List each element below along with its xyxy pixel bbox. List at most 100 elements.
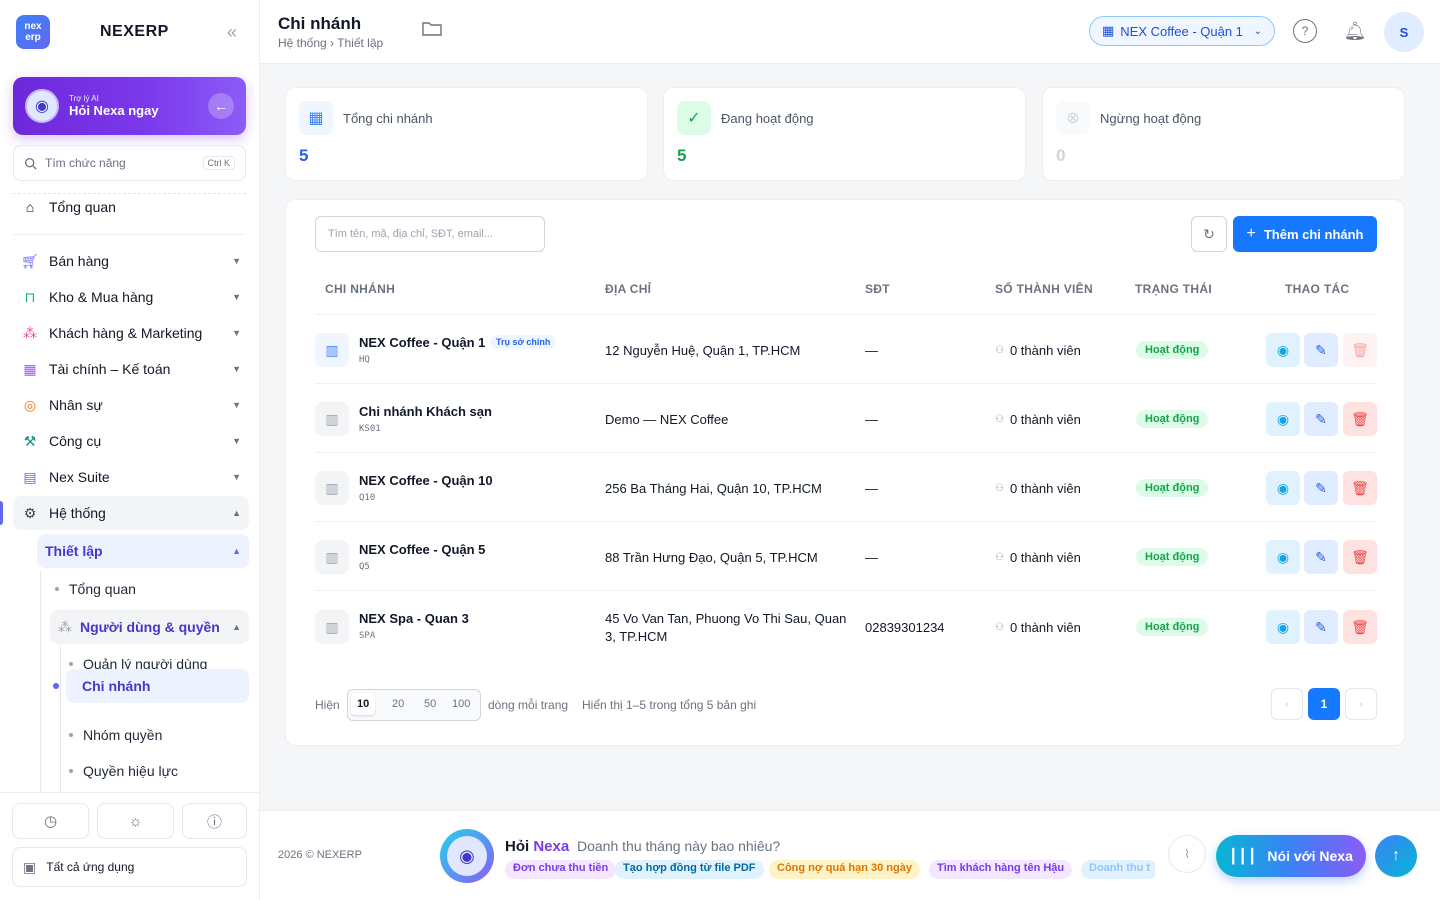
sidebar-subitem-roles[interactable]: Nhóm quyền bbox=[69, 720, 162, 750]
page-size-option[interactable]: 50 bbox=[424, 698, 436, 710]
send-button[interactable]: ↑ bbox=[1375, 835, 1417, 877]
branch-code: SPA bbox=[359, 631, 376, 641]
collapse-sidebar-icon[interactable]: « bbox=[227, 22, 237, 43]
user-avatar[interactable]: S bbox=[1384, 12, 1424, 52]
headquarters-badge: Trụ sở chính bbox=[490, 335, 557, 349]
tree-line bbox=[60, 646, 61, 796]
paperclip-icon: ⌇ bbox=[1184, 847, 1190, 861]
column-header-members[interactable]: SỐ THÀNH VIÊN bbox=[995, 282, 1093, 296]
sidebar-item-setup[interactable]: Thiết lập ▲ bbox=[37, 534, 249, 568]
sidebar-item-overview[interactable]: ⌂ Tổng quan bbox=[13, 190, 249, 224]
pencil-icon: ✎ bbox=[1315, 341, 1327, 358]
suggestion-chip[interactable]: Tìm khách hàng tên Hậu bbox=[929, 860, 1073, 879]
ai-assistant-card[interactable]: ◉ Trợ lý AI Hỏi Nexa ngay ← bbox=[13, 77, 246, 135]
eye-icon: ◉ bbox=[1276, 410, 1290, 427]
edit-button[interactable]: ✎ bbox=[1304, 610, 1338, 644]
status-badge: Hoạt động bbox=[1136, 618, 1209, 636]
eye-icon: ◉ bbox=[1276, 618, 1290, 635]
refresh-button[interactable]: ↻ bbox=[1191, 216, 1227, 252]
store-icon: ▦ bbox=[299, 101, 333, 135]
sidebar-item-finance[interactable]: ▦ Tài chính – Kế toán ▼ bbox=[13, 352, 249, 386]
ask-input[interactable]: Doanh thu tháng này bao nhiêu? bbox=[577, 838, 780, 854]
table-row[interactable]: ▥ NEX Coffee - Quận 5 Q5 88 Trần Hưng Đạ… bbox=[315, 521, 1377, 590]
sidebar-item-system[interactable]: ⚙ Hệ thống ▲ bbox=[13, 496, 249, 530]
page-size-selector[interactable]: 10 20 50 100 bbox=[347, 689, 481, 721]
page-size-option[interactable]: 20 bbox=[392, 698, 404, 710]
delete-button[interactable]: 🗑︎ bbox=[1343, 540, 1377, 574]
sidebar-item-inventory[interactable]: ⊓ Kho & Mua hàng ▼ bbox=[13, 280, 249, 314]
view-button[interactable]: ◉ bbox=[1266, 471, 1300, 505]
app-logo[interactable]: nex erp bbox=[16, 15, 50, 49]
history-button[interactable]: ◷ bbox=[12, 803, 89, 839]
branch-selector-label: NEX Coffee - Quận 1 bbox=[1120, 23, 1243, 39]
sidebar-item-crm[interactable]: ⁂ Khách hàng & Marketing ▼ bbox=[13, 316, 249, 350]
sidebar-item-label: Người dùng & quyền bbox=[80, 619, 220, 635]
help-icon[interactable]: ? bbox=[1293, 19, 1317, 43]
talk-to-nexa-button[interactable]: ┃┃┃ Nói với Nexa bbox=[1216, 835, 1366, 877]
feature-search-input[interactable]: Tìm chức năng Ctrl K bbox=[13, 145, 246, 181]
theme-button[interactable]: ☼ bbox=[97, 803, 174, 839]
stat-value: 5 bbox=[299, 146, 309, 165]
breadcrumb: Hệ thống › Thiết lập bbox=[278, 36, 384, 50]
sidebar-item-tools[interactable]: ⚒ Công cụ ▼ bbox=[13, 424, 249, 458]
table-search-input[interactable]: Tìm tên, mã, địa chỉ, SĐT, email... bbox=[315, 216, 545, 252]
view-button[interactable]: ◉ bbox=[1266, 402, 1300, 436]
edit-button[interactable]: ✎ bbox=[1304, 402, 1338, 436]
edit-button[interactable]: ✎ bbox=[1304, 471, 1338, 505]
sidebar-subitem-branches[interactable]: Chi nhánh bbox=[66, 669, 249, 703]
delete-button[interactable]: 🗑︎ bbox=[1343, 333, 1377, 367]
members-count: 0 thành viên bbox=[1009, 550, 1081, 565]
column-header-address[interactable]: ĐỊA CHỈ bbox=[605, 282, 651, 296]
sidebar-subitem-effective-permissions[interactable]: Quyền hiệu lực bbox=[69, 756, 178, 786]
stat-label: Đang hoạt động bbox=[721, 111, 814, 126]
chevron-down-icon: ⌄ bbox=[1253, 25, 1262, 37]
page-size-option[interactable]: 10 bbox=[351, 693, 376, 715]
view-button[interactable]: ◉ bbox=[1266, 610, 1300, 644]
sidebar-header: nex erp NEXERP « bbox=[0, 0, 259, 64]
suggestion-chip[interactable]: Tạo hợp đồng từ file PDF bbox=[615, 860, 764, 879]
sidebar-subitem-overview[interactable]: Tổng quan bbox=[55, 574, 136, 604]
suggestion-chip[interactable]: Doanh thu t bbox=[1081, 860, 1155, 879]
arrow-left-icon[interactable]: ← bbox=[208, 93, 234, 119]
sidebar-subitem-users-permissions[interactable]: ⁂ Người dùng & quyền ▲ bbox=[50, 610, 249, 644]
suggestion-chip[interactable]: Đơn chưa thu tiền bbox=[505, 860, 617, 879]
nexa-avatar[interactable]: ◉ bbox=[440, 829, 494, 883]
column-header-branch[interactable]: CHI NHÁNH bbox=[325, 282, 395, 296]
sidebar-item-nex-suite[interactable]: ▤ Nex Suite ▼ bbox=[13, 460, 249, 494]
edit-button[interactable]: ✎ bbox=[1304, 540, 1338, 574]
bell-icon[interactable]: 🔔︎ bbox=[1343, 19, 1367, 43]
table-row[interactable]: ▥ NEX Coffee - Quận 10 Q10 256 Ba Tháng … bbox=[315, 452, 1377, 521]
table-row[interactable]: ▥ NEX Coffee - Quận 1 Trụ sở chính HQ 12… bbox=[315, 314, 1377, 383]
delete-button[interactable]: 🗑︎ bbox=[1343, 610, 1377, 644]
table-row[interactable]: ▥ Chi nhánh Khách sạn KS01 Demo — NEX Co… bbox=[315, 383, 1377, 452]
info-button[interactable]: ⓘ bbox=[182, 803, 247, 839]
all-apps-button[interactable]: ▣ Tất cả ứng dụng bbox=[12, 847, 247, 887]
page-size-option[interactable]: 100 bbox=[452, 698, 470, 710]
sidebar-item-sales[interactable]: 🛒︎ Bán hàng ▼ bbox=[13, 244, 249, 278]
delete-button[interactable]: 🗑︎ bbox=[1343, 471, 1377, 505]
users-icon: ⁂ bbox=[23, 324, 37, 341]
sidebar-item-hr[interactable]: ◎ Nhân sự ▼ bbox=[13, 388, 249, 422]
plus-icon: + bbox=[1246, 225, 1256, 242]
branch-code: HQ bbox=[359, 355, 370, 365]
column-header-phone[interactable]: SĐT bbox=[865, 282, 890, 296]
folder-icon[interactable] bbox=[422, 20, 442, 41]
search-placeholder: Tìm tên, mã, địa chỉ, SĐT, email... bbox=[328, 228, 494, 240]
ask-nexa-bar[interactable]: ◉ Hỏi Nexa Doanh thu tháng này bao nhiêu… bbox=[432, 827, 1428, 891]
branch-selector[interactable]: ▦ NEX Coffee - Quận 1 ⌄ bbox=[1089, 16, 1275, 46]
view-button[interactable]: ◉ bbox=[1266, 333, 1300, 367]
suggestion-chip[interactable]: Công nợ quá hạn 30 ngày bbox=[769, 860, 920, 879]
next-page-button[interactable]: › bbox=[1345, 688, 1377, 720]
attach-button[interactable]: ⌇ bbox=[1168, 835, 1206, 873]
prev-page-button[interactable]: ‹ bbox=[1271, 688, 1303, 720]
add-branch-button[interactable]: + Thêm chi nhánh bbox=[1233, 216, 1377, 252]
table-row[interactable]: ▥ NEX Spa - Quan 3 SPA 45 Vo Van Tan, Ph… bbox=[315, 590, 1377, 660]
edit-button[interactable]: ✎ bbox=[1304, 333, 1338, 367]
page-button-current[interactable]: 1 bbox=[1308, 688, 1340, 720]
column-header-status[interactable]: TRẠNG THÁI bbox=[1135, 282, 1212, 296]
members-count: 0 thành viên bbox=[1009, 343, 1081, 358]
view-button[interactable]: ◉ bbox=[1266, 540, 1300, 574]
per-page-label: dòng mỗi trang bbox=[488, 698, 569, 712]
delete-button[interactable]: 🗑︎ bbox=[1343, 402, 1377, 436]
branch-phone: — bbox=[865, 343, 878, 358]
